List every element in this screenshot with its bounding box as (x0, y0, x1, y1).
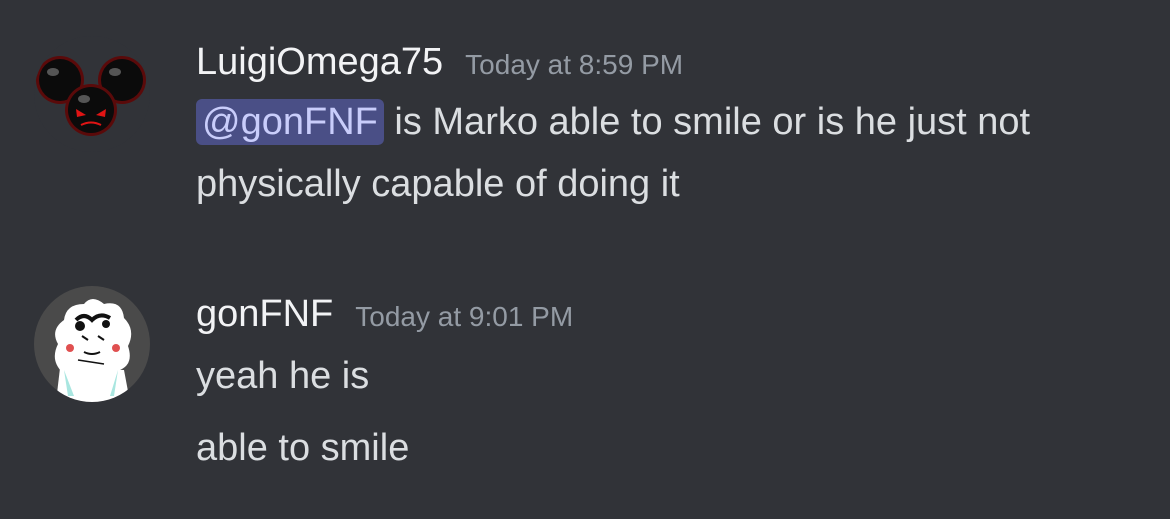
dark-spheres-avatar-icon (34, 36, 150, 152)
username[interactable]: gonFNF (196, 290, 333, 338)
sketch-character-avatar-icon (34, 286, 150, 402)
timestamp[interactable]: Today at 8:59 PM (465, 41, 683, 89)
message-header: gonFNF Today at 9:01 PM (196, 290, 1160, 341)
message-text-line: able to smile (196, 427, 410, 469)
message-text-line: yeah he is (196, 355, 370, 397)
message-text-line: @gonFNF is Marko able to smile or is he … (196, 91, 1160, 153)
message-gonfnf: gonFNF Today at 9:01 PM yeah he is able … (0, 240, 1170, 519)
user-avatar[interactable] (34, 286, 150, 402)
timestamp[interactable]: Today at 9:01 PM (355, 293, 573, 341)
message-header: LuigiOmega75 Today at 8:59 PM (196, 38, 1160, 89)
user-mention[interactable]: @gonFNF (196, 99, 384, 145)
user-avatar[interactable] (34, 36, 150, 152)
message-text-line: physically capable of doing it (196, 163, 680, 205)
message-luigiomega75: LuigiOmega75 Today at 8:59 PM @gonFNF is… (0, 0, 1170, 240)
username[interactable]: LuigiOmega75 (196, 38, 443, 86)
message-text: is Marko able to smile or is he just not (383, 101, 1031, 143)
